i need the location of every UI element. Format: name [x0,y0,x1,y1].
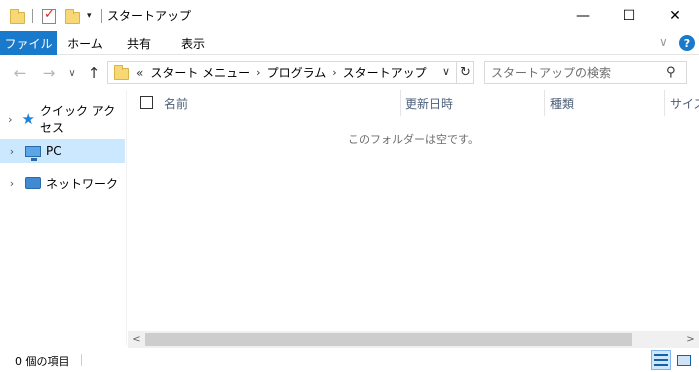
column-header-name[interactable]: 名前 [164,90,400,116]
column-divider[interactable] [544,90,545,116]
search-input[interactable] [491,65,661,81]
item-count: 0 個の項目 [15,355,70,368]
back-button[interactable]: ← [9,62,31,84]
refresh-icon[interactable]: ↻ [456,62,474,83]
forward-button[interactable]: → [38,62,60,84]
expand-ribbon-icon[interactable]: ∨ [659,35,668,49]
address-folder-icon [114,65,129,80]
nav-item-pc[interactable]: › PC [0,139,125,163]
status-separator [81,354,82,366]
expand-chevron-icon[interactable]: › [0,145,24,158]
empty-folder-message: このフォルダーは空です。 [348,133,479,146]
breadcrumb-start-menu[interactable]: スタート メニュー [150,64,250,81]
up-button[interactable]: ↑ [83,62,105,84]
properties-icon[interactable] [42,6,56,26]
folder-icon [10,6,25,26]
column-label: 名前 [164,96,189,111]
breadcrumb-overflow[interactable]: « [136,66,143,80]
tab-file[interactable]: ファイル [0,31,57,55]
new-folder-icon[interactable] [65,6,80,26]
tab-share[interactable]: 共有 [116,31,162,55]
nav-item-quick-access[interactable]: › ★ クイック アクセス [0,104,125,135]
large-icons-view-icon[interactable] [674,350,694,370]
breadcrumb-startup[interactable]: スタートアップ [343,64,427,81]
column-divider[interactable] [400,90,401,116]
nav-label: PC [46,144,62,158]
tab-home[interactable]: ホーム [62,31,108,55]
pc-icon [24,143,42,161]
select-all-checkbox[interactable] [140,96,153,109]
tab-view[interactable]: 表示 [170,31,216,55]
navigation-pane: › ★ クイック アクセス › PC › ネットワーク [0,90,127,345]
breadcrumb-separator[interactable]: › [256,66,260,79]
column-header-size[interactable]: サイズ [670,90,699,116]
column-header-type[interactable]: 種類 [550,90,665,116]
horizontal-scrollbar[interactable]: < > [128,331,699,348]
network-icon [24,175,42,191]
window-title: スタートアップ [107,9,192,23]
breadcrumb-programs[interactable]: プログラム [267,64,327,81]
recent-locations-button[interactable]: ∨ [64,62,80,84]
toolbar-separator [32,6,33,26]
scroll-right-button[interactable]: > [682,331,699,348]
expand-chevron-icon[interactable]: › [0,113,21,126]
title-bar: ▾ スタートアップ — ☐ ✕ [0,0,699,31]
ribbon-tabs: ファイル ホーム 共有 表示 ∨ ? [0,31,699,55]
breadcrumb-separator[interactable]: › [332,66,336,79]
file-list-view[interactable]: ^ 名前 更新日時 種類 サイズ このフォルダーは空です。 [128,90,699,345]
title-separator [101,6,102,26]
column-header-date-modified[interactable]: 更新日時 [405,90,544,116]
nav-item-network[interactable]: › ネットワーク [0,171,125,195]
column-label: 更新日時 [405,96,454,111]
scroll-left-button[interactable]: < [128,331,145,348]
dropdown-arrow: ▾ [87,11,92,21]
customize-dropdown-icon[interactable]: ▾ [87,6,92,26]
star-icon: ★ [21,110,35,128]
search-icon[interactable]: ⚲ [666,65,676,80]
details-view-icon[interactable] [651,350,671,370]
column-divider[interactable] [664,90,665,116]
column-label: サイズ [670,96,699,111]
search-box[interactable]: ⚲ [484,61,687,84]
address-dropdown-icon[interactable]: ∨ [442,65,450,78]
column-label: 種類 [550,96,575,111]
nav-label: ネットワーク [46,176,119,191]
minimize-button[interactable]: — [560,0,606,31]
status-bar: 0 個の項目 [0,348,699,372]
close-button[interactable]: ✕ [652,0,698,31]
address-bar[interactable]: « スタート メニュー › プログラム › スタートアップ ∨ ↻ [107,61,474,84]
nav-label: クイック アクセス [39,104,116,135]
expand-chevron-icon[interactable]: › [0,177,24,190]
scroll-thumb[interactable] [145,333,632,346]
maximize-button[interactable]: ☐ [606,0,652,31]
help-icon[interactable]: ? [679,35,695,51]
